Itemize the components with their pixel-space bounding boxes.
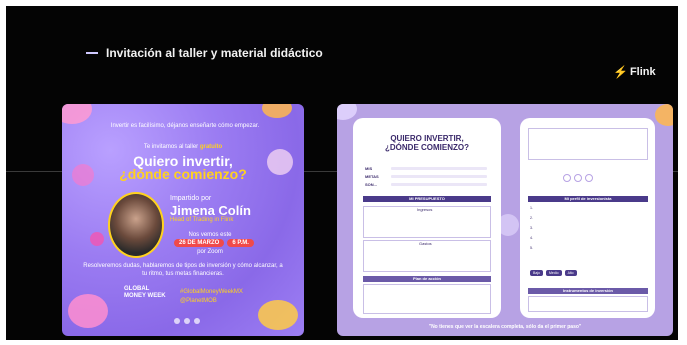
workbook-page-left: QUIERO INVERTIR, ¿DÓNDE COMIENZO? MIS ME… (353, 118, 501, 318)
flink-logo: ⚡ Flink (613, 65, 656, 79)
hashtag-1: #GlobalMoneyWeekMX (180, 289, 243, 295)
risk-option-medium[interactable]: Medio (546, 270, 562, 276)
step-dots (563, 174, 593, 182)
plan-table (363, 284, 491, 314)
risk-option-high[interactable]: Alto (564, 270, 577, 276)
decor-bubble (337, 104, 357, 120)
event-platform: por Zoom (197, 249, 223, 255)
speaker-role: Head of Trading in Flink (170, 217, 234, 223)
instruments-table (528, 296, 648, 312)
question-marker: 3. (530, 226, 533, 230)
event-date: 26 DE MARZO (174, 239, 225, 247)
slide-title: Invitación al taller y material didáctic… (106, 46, 323, 60)
hashtags: #GlobalMoneyWeekMX @PlanetMOB (180, 288, 243, 306)
risk-options: Bajo Medio Alto (530, 270, 577, 276)
intro-text: Invertir es facilísimo, déjanos enseñart… (110, 123, 260, 129)
workbook-card: QUIERO INVERTIR, ¿DÓNDE COMIENZO? MIS ME… (337, 104, 673, 336)
decor-bubble (258, 300, 298, 330)
title-dash-icon (86, 52, 98, 54)
goal-field-2[interactable] (391, 175, 487, 178)
step-dot (585, 174, 593, 182)
goals-label-3: SON... (365, 182, 378, 187)
speaker-name: Jimena Colín (170, 203, 251, 218)
global-money-week-logo: GLOBAL MONEY WEEK (124, 286, 166, 299)
brand-name: Flink (629, 66, 656, 78)
workshop-description: Resolveremos dudas, hablaremos de tipos … (83, 263, 283, 277)
presentation-slide: Invitación al taller y material didáctic… (6, 6, 678, 340)
summary-table (528, 128, 648, 160)
decor-bubble (68, 294, 108, 328)
goals-label-1: MIS (365, 166, 373, 171)
budget-header: MI PRESUPUESTO (363, 196, 491, 202)
investor-profile-header: Mi perfil de inversionista (528, 196, 648, 202)
social-icon (184, 318, 190, 324)
invite-prefix: Te invitamos al taller (143, 144, 199, 150)
event-datetime: 26 DE MARZO 6 P.M. (174, 239, 254, 247)
lightning-bolt-icon: ⚡ (613, 65, 628, 79)
decor-bubble (655, 104, 673, 126)
motivational-quote: "No tienes que ver la escalera completa,… (428, 324, 582, 330)
invite-line: Te invitamos al taller gratuito (82, 144, 284, 150)
question-marker: 5. (530, 246, 533, 250)
step-dot (574, 174, 582, 182)
question-marker: 4. (530, 236, 533, 240)
risk-option-low[interactable]: Bajo (530, 270, 544, 276)
decor-bubble (90, 232, 104, 246)
plan-header: Plan de acción (363, 276, 491, 282)
event-time: 6 P.M. (227, 239, 254, 247)
decor-bubble (262, 104, 292, 118)
speaker-by-label: Impartido por (170, 195, 212, 202)
step-dot (563, 174, 571, 182)
social-icons (174, 318, 200, 324)
expenses-label: Gastos (419, 241, 432, 246)
social-icon (194, 318, 200, 324)
question-marker: 2. (530, 216, 533, 220)
headline-line-2: ¿dónde comienzo? (119, 166, 247, 182)
goal-field-3[interactable] (391, 183, 487, 186)
workbook-title: QUIERO INVERTIR, ¿DÓNDE COMIENZO? (385, 134, 469, 152)
question-marker: 1. (530, 206, 533, 210)
hashtag-2: @PlanetMOB (180, 298, 217, 304)
decor-bubble (62, 104, 92, 124)
workbook-page-right: Mi perfil de inversionista 1. 2. 3. 4. 5… (520, 118, 655, 318)
social-icon (174, 318, 180, 324)
slide-title-row: Invitación al taller y material didáctic… (86, 46, 323, 60)
invitation-card: Invertir es facilísimo, déjanos enseñart… (62, 104, 304, 336)
invite-highlight: gratuito (199, 144, 223, 150)
see-you-label: Nos vemos este (188, 232, 232, 238)
goal-field-1[interactable] (391, 167, 487, 170)
income-label: Ingresos (417, 207, 433, 212)
speaker-photo (108, 192, 164, 258)
instruments-header: Instrumentos de inversión (528, 288, 648, 294)
goals-label-2: METAS (365, 174, 379, 179)
